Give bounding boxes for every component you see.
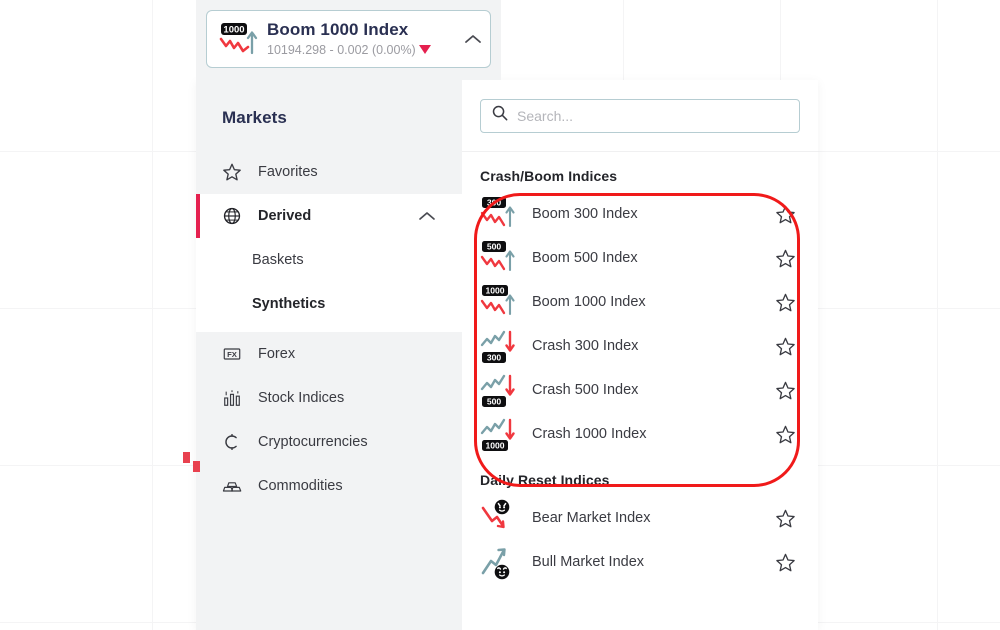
sidebar-item-label: Commodities <box>258 478 343 494</box>
chevron-up-icon[interactable] <box>456 33 490 45</box>
star-icon <box>222 162 248 182</box>
badge-text: 300 <box>487 198 502 208</box>
crash-icon: 500 <box>480 371 532 409</box>
sidebar-title: Markets <box>222 108 287 127</box>
fx-icon: FX <box>222 344 248 364</box>
symbol-text-block: Boom 1000 Index 10194.298 - 0.002 (0.00%… <box>267 20 456 59</box>
list-item[interactable]: 300 Boom 300 Index <box>480 192 800 236</box>
badge-text: 1000 <box>485 441 504 451</box>
sidebar-item-stock-indices[interactable]: Stock Indices <box>196 376 462 420</box>
list-item-label: Boom 500 Index <box>532 250 638 266</box>
list-item-label: Boom 300 Index <box>532 206 638 222</box>
section-title-daily-reset: Daily Reset Indices <box>480 472 610 488</box>
boom-1000-badge-text: 1000 <box>223 25 244 36</box>
sidebar-item-label: Cryptocurrencies <box>258 434 368 450</box>
svg-text:FX: FX <box>227 350 238 359</box>
boom-icon: 1000 <box>480 283 532 321</box>
search-icon <box>491 104 509 127</box>
star-icon[interactable] <box>770 508 800 529</box>
sidebar-item-label: Forex <box>258 346 296 362</box>
symbol-title: Boom 1000 Index <box>267 19 409 39</box>
triangle-down-icon <box>418 45 431 54</box>
sidebar-subitem-label: Baskets <box>252 252 304 268</box>
list-item-label: Crash 500 Index <box>532 382 639 398</box>
list-item[interactable]: 1000 Crash 1000 Index <box>480 412 800 456</box>
derived-subgroup: Baskets Synthetics <box>196 238 462 332</box>
crash-icon: 300 <box>480 327 532 365</box>
sidebar-nav: Favorites Derived Baskets Synthetics FX … <box>196 150 462 508</box>
symbol-header-card[interactable]: 1000 Boom 1000 Index 10194.298 - 0.002 (… <box>206 10 491 68</box>
list-item-label: Boom 1000 Index <box>532 294 646 310</box>
sidebar-item-baskets[interactable]: Baskets <box>196 238 462 282</box>
list-item-label: Crash 1000 Index <box>532 426 647 442</box>
star-icon[interactable] <box>770 424 800 445</box>
badge-text: 500 <box>487 242 502 252</box>
sidebar-item-synthetics[interactable]: Synthetics <box>196 282 462 326</box>
sidebar-item-forex[interactable]: FX Forex <box>196 332 462 376</box>
boom-icon: 300 <box>480 195 532 233</box>
search-placeholder: Search... <box>517 107 574 124</box>
gold-bars-icon <box>222 476 248 496</box>
section-title-crash-boom: Crash/Boom Indices <box>480 168 618 184</box>
chevron-up-icon[interactable] <box>418 210 436 222</box>
globe-icon <box>222 206 248 226</box>
sidebar-item-label: Favorites <box>258 164 318 180</box>
sidebar-item-favorites[interactable]: Favorites <box>196 150 462 194</box>
star-icon[interactable] <box>770 248 800 269</box>
list-item[interactable]: 1000 Boom 1000 Index <box>480 280 800 324</box>
list-item-label: Crash 300 Index <box>532 338 639 354</box>
boom-icon: 500 <box>480 239 532 277</box>
list-item[interactable]: Bull Market Index <box>480 540 800 584</box>
star-icon[interactable] <box>770 204 800 225</box>
sidebar-item-commodities[interactable]: Commodities <box>196 464 462 508</box>
stray-marker-2 <box>193 461 200 472</box>
markets-dropdown-panel: Markets Favorites Derived Baskets Synthe… <box>196 80 818 630</box>
star-icon[interactable] <box>770 336 800 357</box>
list-item-label: Bull Market Index <box>532 554 645 570</box>
crash-icon: 1000 <box>480 415 532 453</box>
sidebar-item-label: Stock Indices <box>258 390 345 406</box>
boom-1000-icon: 1000 <box>217 21 261 57</box>
list-item-label: Bear Market Index <box>532 510 651 526</box>
list-item[interactable]: 300 Crash 300 Index <box>480 324 800 368</box>
sidebar-item-label: Derived <box>258 208 312 224</box>
star-icon[interactable] <box>770 552 800 573</box>
crypto-coin-icon <box>222 432 248 452</box>
badge-text: 500 <box>487 397 502 407</box>
star-icon[interactable] <box>770 380 800 401</box>
markets-sidebar: Markets Favorites Derived Baskets Synthe… <box>196 80 462 630</box>
list-item[interactable]: 500 Crash 500 Index <box>480 368 800 412</box>
list-item[interactable]: 500 Boom 500 Index <box>480 236 800 280</box>
search-bar: Search... <box>462 80 818 152</box>
symbol-price-change: 10194.298 - 0.002 (0.00%) <box>267 42 416 57</box>
star-icon[interactable] <box>770 292 800 313</box>
bear-icon <box>480 499 532 537</box>
markets-content: Search... Crash/Boom Indices 300 Boom 30… <box>462 80 818 630</box>
badge-text: 1000 <box>485 286 504 296</box>
search-input[interactable]: Search... <box>480 98 800 133</box>
bar-chart-icon <box>222 388 248 408</box>
instrument-list: Crash/Boom Indices 300 Boom 300 Index 50… <box>462 168 818 584</box>
badge-text: 300 <box>487 353 502 363</box>
stray-marker-1 <box>183 452 190 463</box>
bull-icon <box>480 543 532 581</box>
list-item[interactable]: Bear Market Index <box>480 496 800 540</box>
sidebar-item-derived[interactable]: Derived <box>196 194 462 238</box>
symbol-subtitle-row: 10194.298 - 0.002 (0.00%) <box>267 41 456 59</box>
sidebar-subitem-label: Synthetics <box>252 296 326 312</box>
sidebar-item-cryptocurrencies[interactable]: Cryptocurrencies <box>196 420 462 464</box>
